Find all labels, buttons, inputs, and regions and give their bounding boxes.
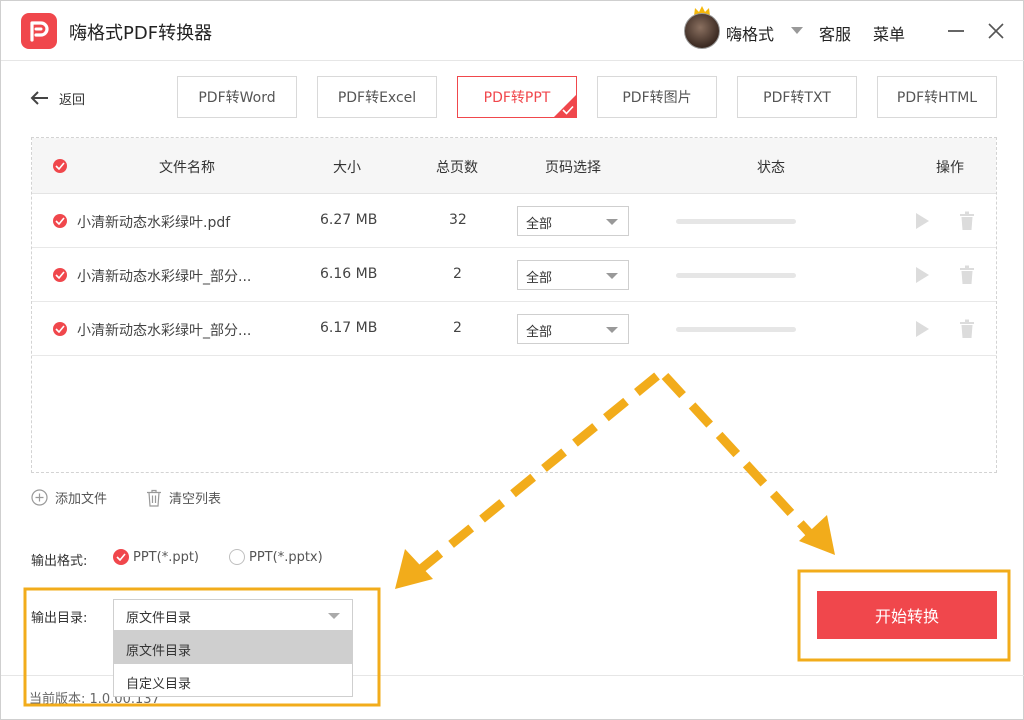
page-count: 32 (449, 212, 467, 228)
add-file-button[interactable]: 添加文件 (31, 488, 107, 507)
arrow-left-icon (30, 91, 48, 105)
clear-list-label: 清空列表 (169, 492, 222, 507)
table-row: 小清新动态水彩绿叶.pdf 6.27 MB 32 全部 (32, 194, 996, 248)
header-pages: 总页数 (436, 160, 478, 176)
header-actions: 操作 (936, 160, 964, 176)
header-page-select: 页码选择 (545, 160, 601, 176)
output-dir-select[interactable]: 原文件目录 (113, 599, 353, 631)
title-bar: 嗨格式PDF转换器 嗨格式 客服 菜单 (1, 1, 1024, 61)
dir-option-original[interactable]: 原文件目录 (114, 632, 352, 664)
play-icon[interactable] (914, 320, 930, 338)
progress-bar (676, 327, 796, 332)
chevron-down-icon[interactable] (791, 27, 803, 34)
progress-bar (676, 219, 796, 224)
tab-label: PDF转PPT (483, 90, 551, 106)
avatar[interactable] (684, 13, 720, 49)
tab-pdf-to-image[interactable]: PDF转图片 (597, 76, 717, 118)
page-range-value: 全部 (526, 217, 553, 232)
row-checkbox[interactable] (53, 214, 67, 228)
chevron-down-icon (606, 273, 618, 279)
app-window: 嗨格式PDF转换器 嗨格式 客服 菜单 返回 PDF转Word PDF转Exce… (0, 0, 1024, 720)
page-range-value: 全部 (526, 271, 553, 286)
play-icon[interactable] (914, 212, 930, 230)
header-status: 状态 (757, 160, 785, 176)
tab-pdf-to-txt[interactable]: PDF转TXT (737, 76, 857, 118)
start-convert-button[interactable]: 开始转换 (817, 591, 997, 639)
trash-icon[interactable] (959, 265, 975, 285)
user-name[interactable]: 嗨格式 (726, 21, 774, 45)
page-range-select[interactable]: 全部 (517, 206, 629, 236)
page-count: 2 (453, 320, 462, 336)
table-header: 文件名称 大小 总页数 页码选择 状态 操作 (32, 138, 996, 194)
format-option-label: PPT(*.pptx) (249, 549, 323, 565)
trash-icon[interactable] (959, 319, 975, 339)
play-icon[interactable] (914, 266, 930, 284)
table-row: 小清新动态水彩绿叶_部分... 6.17 MB 2 全部 (32, 302, 996, 356)
page-count: 2 (453, 266, 462, 282)
output-dir-value: 原文件目录 (126, 611, 192, 626)
output-dir-label: 输出目录: (31, 611, 88, 626)
header-size: 大小 (333, 160, 361, 176)
menu-link[interactable]: 菜单 (873, 21, 905, 45)
page-range-select[interactable]: 全部 (517, 314, 629, 344)
format-radio-ppt[interactable]: PPT(*.ppt) (113, 549, 199, 565)
table-row: 小清新动态水彩绿叶_部分... 6.16 MB 2 全部 (32, 248, 996, 302)
progress-bar (676, 273, 796, 278)
select-all-checkbox[interactable] (53, 159, 67, 173)
back-label: 返回 (59, 92, 86, 108)
tab-pdf-to-word[interactable]: PDF转Word (177, 76, 297, 118)
close-icon[interactable] (986, 21, 1006, 41)
header-file-name: 文件名称 (159, 160, 215, 176)
row-checkbox[interactable] (53, 268, 67, 282)
clear-list-button[interactable]: 清空列表 (146, 488, 221, 507)
chevron-down-icon (606, 327, 618, 333)
minimize-icon[interactable] (948, 30, 964, 32)
customer-service-link[interactable]: 客服 (819, 21, 851, 45)
file-size: 6.16 MB (320, 266, 378, 282)
page-range-select[interactable]: 全部 (517, 260, 629, 290)
tab-pdf-to-ppt[interactable]: PDF转PPT (457, 76, 577, 118)
file-size: 6.17 MB (320, 320, 378, 336)
trash-icon (147, 489, 161, 507)
app-logo-icon (21, 13, 57, 49)
trash-icon[interactable] (959, 211, 975, 231)
check-icon (562, 105, 574, 115)
output-format-label: 输出格式: (31, 554, 88, 569)
page-range-value: 全部 (526, 325, 553, 340)
tab-pdf-to-html[interactable]: PDF转HTML (877, 76, 997, 118)
file-name: 小清新动态水彩绿叶_部分... (77, 269, 252, 285)
row-checkbox[interactable] (53, 322, 67, 336)
output-dir-dropdown: 原文件目录 自定义目录 (113, 631, 353, 697)
plus-circle-icon (31, 489, 48, 506)
radio-checked-icon (113, 549, 129, 565)
file-list-panel: 文件名称 大小 总页数 页码选择 状态 操作 小清新动态水彩绿叶.pdf 6.2… (31, 137, 997, 473)
file-name: 小清新动态水彩绿叶_部分... (77, 323, 252, 339)
format-option-label: PPT(*.ppt) (133, 549, 199, 565)
arrowhead-right-icon (799, 515, 835, 555)
app-title: 嗨格式PDF转换器 (69, 23, 213, 44)
chevron-down-icon (328, 613, 340, 619)
dir-option-custom[interactable]: 自定义目录 (114, 665, 352, 697)
file-name: 小清新动态水彩绿叶.pdf (77, 215, 231, 231)
radio-unchecked-icon (229, 549, 245, 565)
file-size: 6.27 MB (320, 212, 378, 228)
arrowhead-left-icon (395, 549, 433, 589)
back-button[interactable]: 返回 (29, 87, 85, 109)
tab-pdf-to-excel[interactable]: PDF转Excel (317, 76, 437, 118)
chevron-down-icon (606, 219, 618, 225)
add-file-label: 添加文件 (55, 492, 108, 507)
format-radio-pptx[interactable]: PPT(*.pptx) (229, 549, 323, 565)
